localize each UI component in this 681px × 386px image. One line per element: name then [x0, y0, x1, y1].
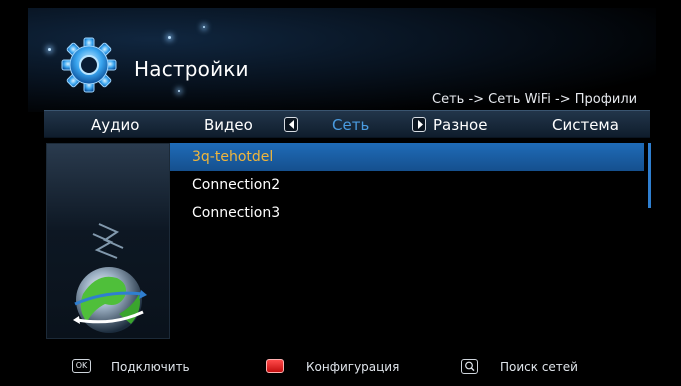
sparkle-icon — [48, 48, 51, 51]
red-key-icon[interactable] — [266, 359, 284, 373]
tab-misc[interactable]: Разное — [433, 116, 487, 134]
breadcrumb: Сеть -> Сеть WiFi -> Профили — [432, 92, 638, 107]
arrow-left-icon[interactable] — [284, 117, 298, 132]
list-item[interactable]: Connection2 — [170, 171, 644, 199]
network-globe-icon — [73, 223, 147, 333]
tab-audio[interactable]: Аудио — [91, 116, 139, 134]
gear-icon — [61, 37, 117, 93]
config-label: Конфигурация — [306, 360, 400, 374]
sparkle-icon — [203, 26, 205, 28]
tab-bar: Аудио Видео Сеть Разное Система — [44, 110, 650, 138]
footer: OK Подключить Конфигурация Поиск сетей — [0, 350, 681, 386]
list-item[interactable]: Connection3 — [170, 199, 644, 227]
search-label: Поиск сетей — [500, 360, 578, 374]
settings-screen: Настройки Сеть -> Сеть WiFi -> Профили А… — [0, 0, 681, 386]
scrollbar[interactable] — [648, 143, 651, 208]
tab-video[interactable]: Видео — [204, 116, 253, 134]
ok-key-icon[interactable]: OK — [72, 359, 91, 373]
sparkle-icon — [178, 90, 180, 92]
sparkle-icon — [168, 36, 171, 39]
search-key-icon[interactable] — [461, 359, 478, 374]
arrow-right-icon[interactable] — [412, 117, 426, 132]
connect-label: Подключить — [111, 360, 190, 374]
list-item[interactable]: 3q-tehotdel — [170, 143, 644, 171]
page-title: Настройки — [134, 57, 249, 81]
profile-list: 3q-tehotdel Connection2 Connection3 — [170, 143, 644, 227]
tab-system[interactable]: Система — [552, 116, 619, 134]
section-illustration — [46, 143, 170, 339]
tab-network[interactable]: Сеть — [332, 116, 369, 134]
